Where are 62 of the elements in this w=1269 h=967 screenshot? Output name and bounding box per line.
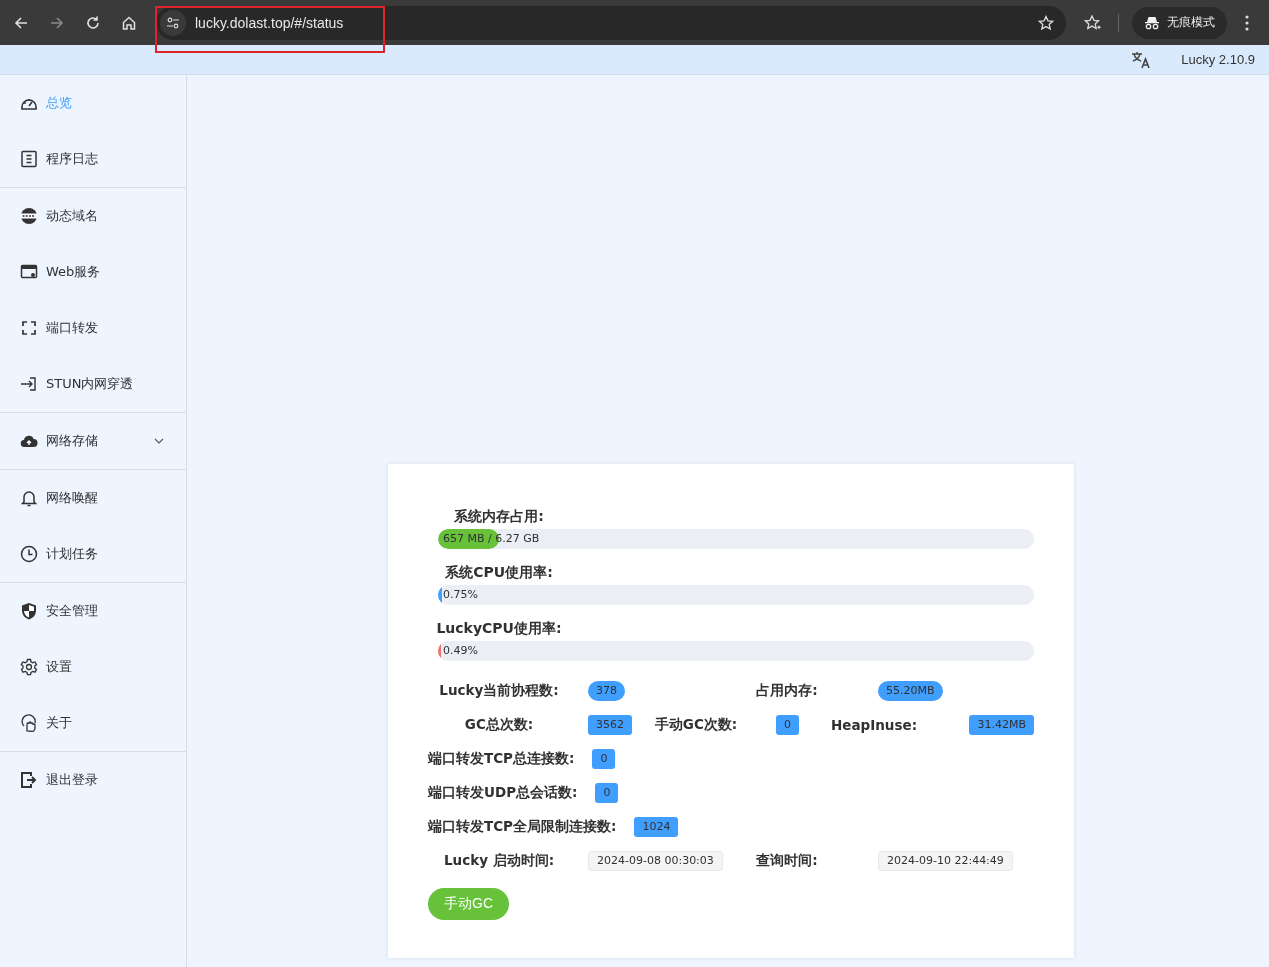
stat-value-tag: 31.42MB: [969, 715, 1034, 735]
usage-reading: 0.75%: [443, 587, 478, 603]
stat-label: Lucky 启动时间:: [442, 852, 556, 870]
stat-value-tag: 55.20MB: [878, 681, 943, 701]
stat-label: 端口转发UDP总会话数:: [428, 784, 578, 802]
usage-reading: 0.49%: [443, 643, 478, 659]
sidebar-item[interactable]: 端口转发: [0, 300, 186, 356]
chevron-icon[interactable]: [154, 438, 164, 444]
metric-label: 系统CPU使用率:: [444, 563, 554, 582]
site-settings-icon[interactable]: [160, 9, 186, 36]
stat-label: 查询时间:: [755, 852, 819, 870]
back-arrow-icon: [13, 14, 29, 31]
metric-label: LuckyCPU使用率:: [435, 619, 563, 638]
sidebar-item[interactable]: 动态域名: [0, 188, 186, 244]
stat-label: Lucky当前协程数:: [438, 682, 560, 700]
bookmark-star-icon[interactable]: [1038, 14, 1054, 31]
stat-value-tag: 0: [776, 715, 799, 735]
sidebar-item[interactable]: 退出登录: [0, 752, 186, 808]
shield-icon: [20, 602, 38, 620]
logout-icon: [20, 771, 38, 789]
sidebar-item[interactable]: STUN内网穿透: [0, 356, 186, 412]
reload-icon: [85, 14, 101, 31]
forward-arrow-icon: [49, 14, 65, 31]
timestamp-tag: 2024-09-10 22:44:49: [878, 851, 1013, 871]
sidebar-item[interactable]: 安全管理: [0, 583, 186, 639]
settings-icon: [20, 658, 38, 676]
stat-label: 端口转发TCP全局限制连接数:: [428, 818, 617, 836]
sidebar-item[interactable]: 关于: [0, 695, 186, 751]
stat-value-tag: 1024: [634, 817, 679, 837]
sidebar-item[interactable]: 网络唤醒: [0, 470, 186, 526]
incognito-label: 无痕模式: [1167, 14, 1215, 31]
arrow-into-box-icon: [20, 375, 38, 393]
stat-value-tag: 0: [595, 783, 619, 803]
stat-label: HeapInuse:: [829, 717, 919, 733]
stat-value-tag: 378: [588, 681, 625, 701]
star-sparkle-icon[interactable]: [1084, 13, 1102, 32]
stat-label: GC总次数:: [463, 716, 535, 734]
sidebar-item[interactable]: 网络存储: [0, 413, 186, 469]
sidebar-item[interactable]: 计划任务: [0, 526, 186, 582]
stat-value-tag: 3562: [588, 715, 632, 735]
browser-window-icon: [20, 263, 38, 281]
globe-icon: [20, 207, 38, 225]
bell-icon: [20, 489, 38, 507]
stat-label: 端口转发TCP总连接数:: [428, 750, 575, 768]
document-icon: [20, 150, 38, 168]
sidebar-item[interactable]: Web服务: [0, 244, 186, 300]
timestamp-tag: 2024-09-08 00:30:03: [588, 851, 723, 871]
stat-value-tag: 0: [592, 749, 616, 769]
menu-icon[interactable]: [1245, 14, 1249, 31]
address-bar[interactable]: lucky.dolast.top/#/status: [156, 5, 1066, 40]
translate-icon[interactable]: [1131, 50, 1152, 69]
clock-icon: [20, 545, 38, 563]
url-text: lucky.dolast.top/#/status: [195, 14, 344, 31]
incognito-badge[interactable]: 无痕模式: [1132, 6, 1227, 39]
incognito-icon: [1144, 15, 1160, 30]
stat-label: 手动GC次数:: [653, 716, 739, 734]
sidebar-item[interactable]: 程序日志: [0, 131, 186, 187]
metric-label: 系统内存占用:: [453, 507, 545, 526]
stat-label: 占用内存:: [755, 682, 819, 700]
sidebar-item[interactable]: 设置: [0, 639, 186, 695]
home-icon: [121, 14, 137, 31]
version-label: Lucky 2.10.9: [1181, 52, 1255, 67]
